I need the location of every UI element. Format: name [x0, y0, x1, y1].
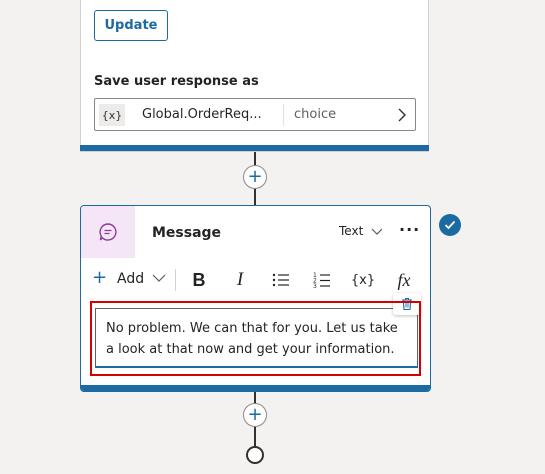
- italic-button[interactable]: I: [227, 267, 253, 293]
- message-node-title: Message: [152, 225, 222, 241]
- save-response-variable-field[interactable]: {x} Global.OrderReq... choice: [94, 98, 416, 131]
- variable-icon: {x}: [99, 104, 125, 126]
- more-options-button[interactable]: ···: [399, 220, 420, 239]
- bold-button[interactable]: B: [186, 267, 212, 293]
- flow-end-node: [246, 446, 264, 464]
- plus-icon[interactable]: +: [92, 267, 107, 288]
- chevron-down-icon[interactable]: [152, 274, 166, 283]
- save-response-label: Save user response as: [94, 74, 259, 89]
- insert-variable-button[interactable]: {x}: [350, 267, 376, 293]
- svg-text:3: 3: [313, 283, 317, 289]
- variable-name: Global.OrderReq...: [142, 107, 262, 122]
- highlight-box: [90, 301, 421, 376]
- bulleted-list-button[interactable]: [268, 267, 294, 293]
- formula-button[interactable]: fx: [391, 267, 417, 293]
- message-toolbar: + Add B I 1 2 3 {x} fx: [81, 263, 430, 295]
- add-node-button[interactable]: +: [243, 403, 267, 427]
- message-node-icon-box: [81, 206, 135, 258]
- question-node-card: Update Save user response as {x} Global.…: [80, 0, 429, 152]
- add-node-button[interactable]: +: [243, 165, 267, 189]
- bulleted-list-icon: [272, 273, 289, 287]
- plus-icon: +: [247, 404, 263, 425]
- selected-check-icon: [439, 214, 461, 236]
- chevron-right-icon[interactable]: [395, 104, 409, 126]
- chat-bubble-icon: [99, 223, 117, 241]
- message-type-dropdown[interactable]: Text: [339, 224, 363, 238]
- add-button[interactable]: Add: [117, 271, 144, 287]
- node-bottom-bar: [80, 145, 429, 151]
- toolbar-divider: [175, 269, 176, 291]
- numbered-list-icon: 1 2 3: [313, 272, 330, 289]
- update-button[interactable]: Update: [94, 10, 168, 41]
- variable-type: choice: [294, 107, 337, 122]
- chevron-down-icon[interactable]: [371, 228, 383, 236]
- field-divider: [283, 104, 284, 126]
- numbered-list-button[interactable]: 1 2 3: [309, 267, 335, 293]
- node-bottom-bar: [81, 385, 430, 391]
- plus-icon: +: [247, 166, 263, 187]
